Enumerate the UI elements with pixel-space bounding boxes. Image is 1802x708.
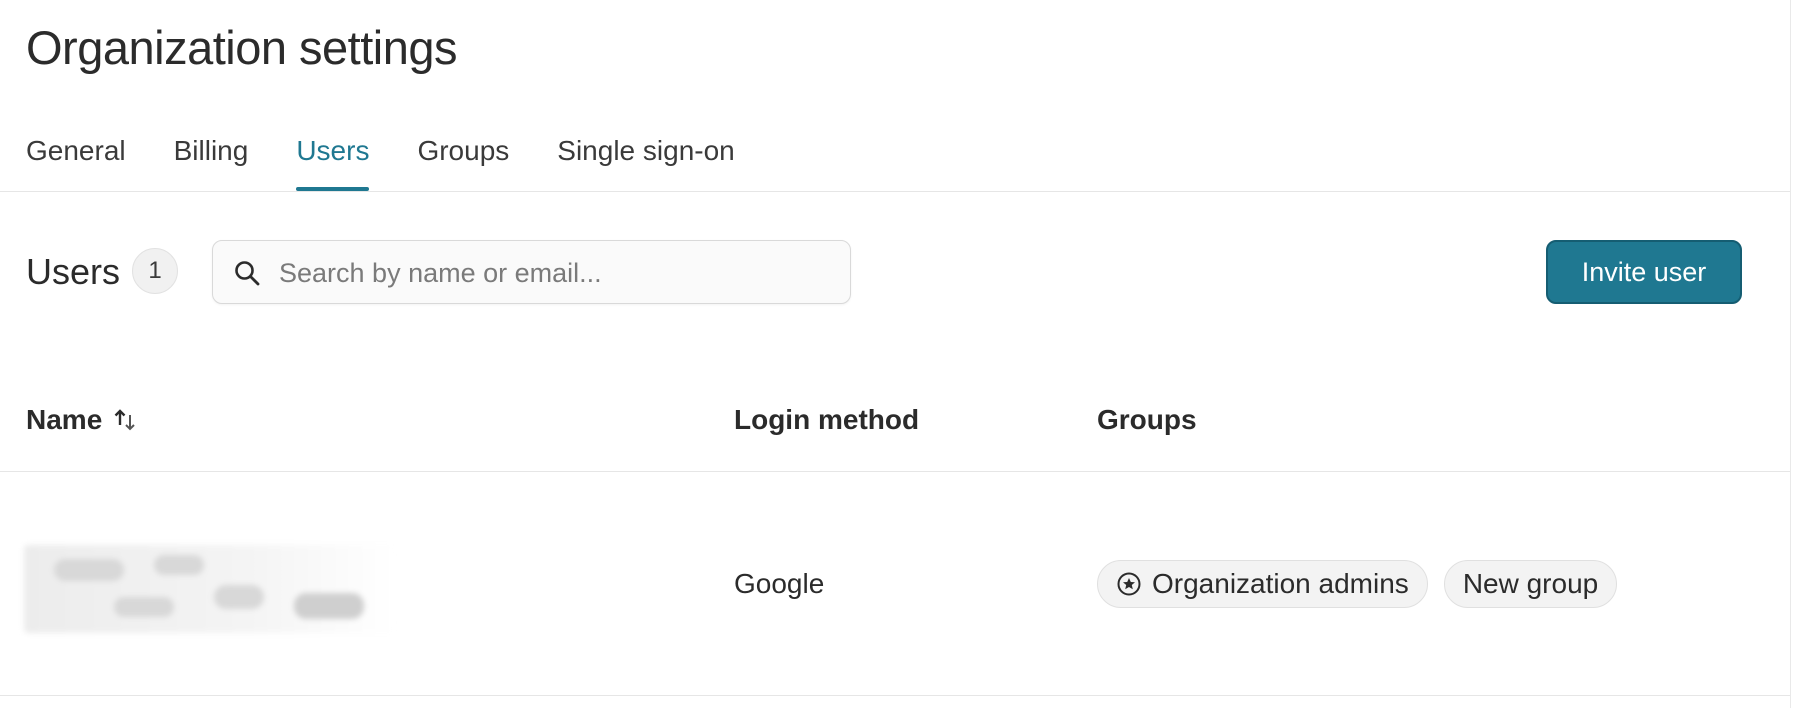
user-name-redacted	[24, 545, 396, 633]
search-input[interactable]	[277, 251, 841, 295]
login-method-cell: Google	[734, 568, 825, 599]
group-chip-label: New group	[1462, 568, 1599, 599]
settings-tabs: General Billing Users Groups Single sign…	[26, 130, 783, 192]
search-icon	[235, 261, 260, 286]
column-header-login-method: Login method	[734, 404, 920, 435]
search-box[interactable]	[212, 240, 851, 304]
admin-badge-icon	[1117, 572, 1141, 596]
group-chip-label: Organization admins	[1152, 568, 1409, 599]
tab-billing[interactable]: Billing	[174, 130, 249, 192]
right-edge-divider	[1790, 0, 1791, 708]
users-heading: Users	[26, 251, 121, 292]
page-title: Organization settings	[26, 21, 458, 74]
tab-groups[interactable]: Groups	[417, 130, 509, 192]
settings-content: Organization settings General Billing Us…	[0, 0, 1790, 708]
tab-single-sign-on[interactable]: Single sign-on	[557, 130, 734, 192]
tab-general[interactable]: General	[26, 130, 126, 192]
redaction-blur	[114, 597, 174, 617]
redaction-blur	[54, 559, 124, 581]
sort-arrows-icon[interactable]	[112, 407, 138, 433]
group-chip-organization-admins[interactable]: Organization admins	[1097, 560, 1428, 608]
redaction-blur	[294, 593, 364, 619]
column-header-name[interactable]: Name	[26, 398, 138, 442]
group-chip-new-group[interactable]: New group	[1443, 560, 1618, 608]
groups-cell: Organization admins New group	[1097, 560, 1618, 608]
page: Organization settings General Billing Us…	[0, 0, 1802, 708]
column-header-groups: Groups	[1097, 404, 1197, 435]
table-row-divider	[0, 695, 1790, 696]
invite-user-button[interactable]: Invite user	[1546, 240, 1742, 304]
tab-users[interactable]: Users	[296, 130, 370, 192]
redaction-blur	[214, 585, 264, 609]
table-header-divider	[0, 471, 1790, 472]
redaction-blur	[154, 555, 204, 575]
tabs-divider	[0, 191, 1790, 192]
column-header-name-label: Name	[26, 404, 103, 435]
user-count-badge: 1	[132, 248, 178, 294]
